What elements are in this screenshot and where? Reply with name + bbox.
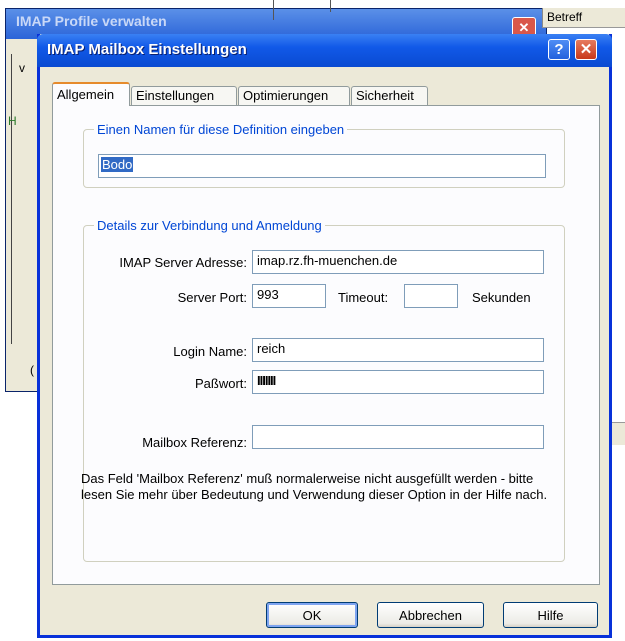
timeout-unit-label: Sekunden <box>472 290 531 305</box>
help-icon[interactable]: ? <box>548 39 570 60</box>
mailbox-reference-label: Mailbox Referenz: <box>142 435 247 450</box>
imap-settings-dialog: IMAP Mailbox Einstellungen ? ✕ Allgemein… <box>37 34 612 638</box>
help-button[interactable]: Hilfe <box>503 602 598 628</box>
definition-name-value: Bodo <box>101 157 134 172</box>
mailbox-reference-note: Das Feld 'Mailbox Referenz' muß normaler… <box>81 471 548 502</box>
background-frame <box>11 54 20 344</box>
details-group-legend: Details zur Verbindung und Anmeldung <box>97 218 322 233</box>
tab-allgemein[interactable]: Allgemein <box>52 82 130 106</box>
cancel-button[interactable]: Abbrechen <box>377 602 484 628</box>
dialog-titlebar[interactable]: IMAP Mailbox Einstellungen ? ✕ <box>37 34 612 67</box>
column-header-betreff[interactable]: Betreff <box>542 8 625 28</box>
server-port-label: Server Port: <box>177 290 247 305</box>
tab-einstellungen[interactable]: Einstellungen <box>131 86 237 105</box>
login-name-label: Login Name: <box>173 344 247 359</box>
timeout-label: Timeout: <box>338 290 389 305</box>
password-input[interactable]: IIIIIII <box>252 370 544 394</box>
name-group: Einen Namen für diese Definition eingebe… <box>83 122 565 188</box>
server-address-label: IMAP Server Adresse: <box>119 255 247 270</box>
dialog-title: IMAP Mailbox Einstellungen <box>47 41 247 58</box>
background-divider <box>330 0 331 12</box>
mailbox-reference-input[interactable] <box>252 425 544 449</box>
background-divider <box>273 0 274 20</box>
background-text: v <box>19 61 25 75</box>
login-name-input[interactable]: reich <box>252 338 544 362</box>
server-address-input[interactable]: imap.rz.fh-muenchen.de <box>252 250 544 274</box>
close-icon[interactable]: ✕ <box>575 39 597 60</box>
tab-panel-allgemein: Einen Namen für diese Definition eingebe… <box>52 105 600 585</box>
definition-name-input[interactable]: Bodo <box>98 154 546 178</box>
background-text: H <box>8 114 17 128</box>
tab-sicherheit[interactable]: Sicherheit <box>351 86 428 105</box>
ok-button[interactable]: OK <box>266 602 358 628</box>
server-port-input[interactable]: 993 <box>252 284 326 308</box>
password-label: Paßwort: <box>194 376 247 391</box>
name-group-legend: Einen Namen für diese Definition eingebe… <box>97 122 345 137</box>
timeout-input[interactable] <box>404 284 458 308</box>
background-text: ( <box>30 363 34 377</box>
tab-optimierungen[interactable]: Optimierungen <box>238 86 350 105</box>
